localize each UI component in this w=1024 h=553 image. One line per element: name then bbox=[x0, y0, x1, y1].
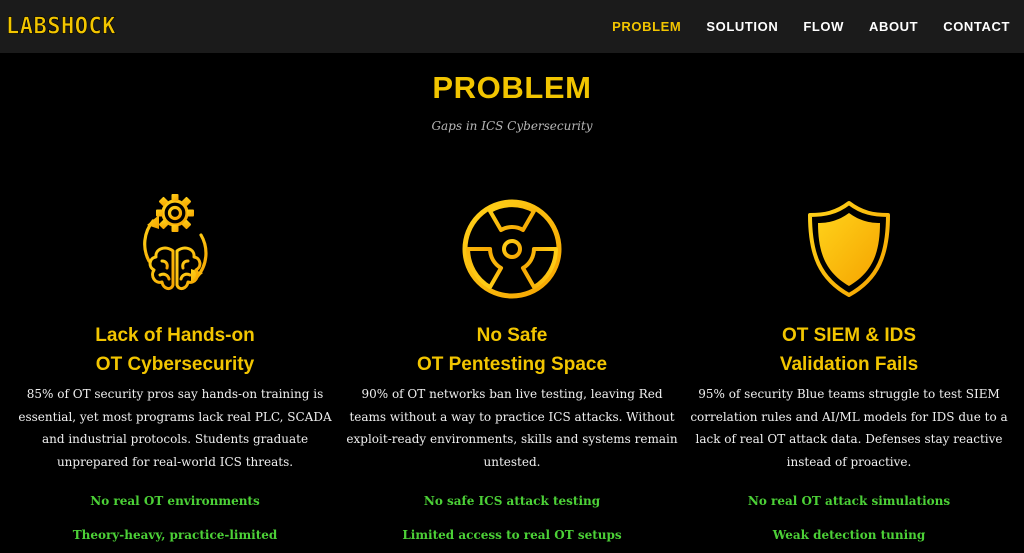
card-title-line1: No Safe bbox=[476, 325, 548, 346]
card-title-line2: Validation Fails bbox=[779, 354, 919, 375]
gear-brain-cycle-icon bbox=[7, 183, 343, 315]
card-description: 90% of OT networks ban live testing, lea… bbox=[346, 387, 678, 469]
card-description: 85% of OT security pros say hands-on tra… bbox=[18, 387, 332, 469]
nav-link-flow[interactable]: FLOW bbox=[803, 19, 844, 34]
card-tag: No real OT attack simulations bbox=[747, 494, 951, 508]
card-title-line2: OT Cybersecurity bbox=[95, 354, 255, 375]
card-tag: Limited access to real OT setups bbox=[402, 528, 622, 542]
top-navbar: LABSHOCK PROBLEM SOLUTION FLOW ABOUT CON… bbox=[0, 0, 1024, 53]
problem-section: PROBLEM Gaps in ICS Cybersecurity Lack o… bbox=[0, 53, 1024, 543]
shield-icon bbox=[681, 183, 1017, 315]
problem-cards: Lack of Hands-on OT Cybersecurity 85% of… bbox=[0, 183, 1024, 543]
card-tag: No safe ICS attack testing bbox=[423, 494, 601, 508]
radiation-icon bbox=[344, 183, 680, 315]
section-title: PROBLEM bbox=[432, 70, 592, 105]
card-tag: Theory-heavy, practice-limited bbox=[72, 528, 278, 542]
card-description: 95% of security Blue teams struggle to t… bbox=[690, 387, 1008, 469]
nav-link-about[interactable]: ABOUT bbox=[869, 19, 918, 34]
card-title-line1: Lack of Hands-on bbox=[95, 325, 255, 346]
section-subtitle: Gaps in ICS Cybersecurity bbox=[431, 119, 593, 133]
problem-card-pentesting: No Safe OT Pentesting Space 90% of OT ne… bbox=[344, 183, 680, 543]
main-nav: PROBLEM SOLUTION FLOW ABOUT CONTACT bbox=[587, 19, 1010, 34]
labshock-logo[interactable]: LABSHOCK bbox=[6, 13, 116, 40]
problem-card-hands-on: Lack of Hands-on OT Cybersecurity 85% of… bbox=[7, 183, 343, 543]
card-tag: Weak detection tuning bbox=[772, 528, 926, 542]
problem-card-siem-ids: OT SIEM & IDS Validation Fails 95% of se… bbox=[681, 183, 1017, 543]
card-title-line2: OT Pentesting Space bbox=[416, 354, 608, 375]
nav-link-contact[interactable]: CONTACT bbox=[943, 19, 1010, 34]
card-title-line1: OT SIEM & IDS bbox=[781, 325, 917, 346]
nav-link-solution[interactable]: SOLUTION bbox=[706, 19, 778, 34]
card-tag: No real OT environments bbox=[90, 494, 260, 508]
nav-link-problem[interactable]: PROBLEM bbox=[612, 19, 681, 34]
